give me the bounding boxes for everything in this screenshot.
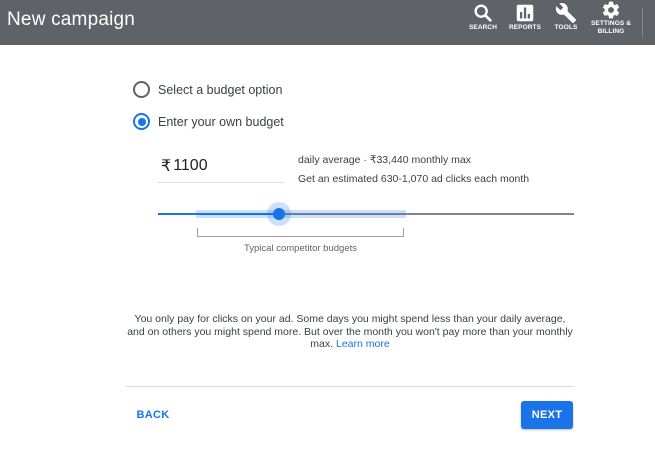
search-button[interactable]: SEARCH — [468, 2, 498, 44]
settings-billing-button[interactable]: SETTINGS & BILLING — [588, 0, 634, 42]
radio-checked-icon[interactable] — [133, 113, 150, 130]
typical-range-label: Typical competitor budgets — [243, 243, 357, 254]
budget-option-label: Enter your own budget — [158, 114, 284, 129]
monthly-max-info: daily average · ₹33,440 monthly max — [298, 154, 472, 166]
wrench-icon — [555, 3, 577, 24]
budget-amount-input[interactable]: ₹ 1100 — [158, 150, 284, 183]
radio-unchecked-icon[interactable] — [133, 81, 150, 98]
tools-label: TOOLS — [554, 24, 578, 31]
currency-symbol: ₹ — [161, 158, 172, 175]
page-title: New campaign — [7, 9, 136, 30]
budget-amount-value: 1100 — [173, 157, 208, 174]
gear-icon — [602, 1, 620, 19]
budget-slider[interactable] — [158, 200, 574, 228]
settings-billing-label: SETTINGS & BILLING — [590, 20, 631, 35]
slider-thumb[interactable] — [273, 208, 285, 220]
budget-option-custom[interactable]: Enter your own budget — [133, 113, 284, 130]
bar-chart-icon — [516, 4, 534, 22]
budget-option-select[interactable]: Select a budget option — [133, 81, 282, 98]
reports-button[interactable]: REPORTS — [507, 2, 543, 44]
billing-note: You only pay for clicks on your ad. Some… — [126, 313, 574, 351]
estimated-clicks-info: Get an estimated 630-1,070 ad clicks eac… — [298, 173, 530, 185]
header-divider — [642, 8, 643, 38]
back-button[interactable]: BACK — [131, 402, 175, 428]
tools-button[interactable]: TOOLS — [552, 2, 580, 44]
search-icon — [474, 4, 492, 22]
reports-label: REPORTS — [508, 24, 542, 31]
typical-range-bracket — [197, 228, 404, 237]
next-button[interactable]: NEXT — [521, 401, 573, 429]
learn-more-link[interactable]: Learn more — [336, 338, 390, 350]
budget-option-label: Select a budget option — [158, 82, 283, 97]
typical-range-band — [196, 210, 406, 218]
app-header: New campaign SEARCH REPORTS TOOLS SETTIN… — [0, 0, 655, 45]
footer-divider — [126, 386, 574, 387]
search-label: SEARCH — [468, 24, 498, 31]
